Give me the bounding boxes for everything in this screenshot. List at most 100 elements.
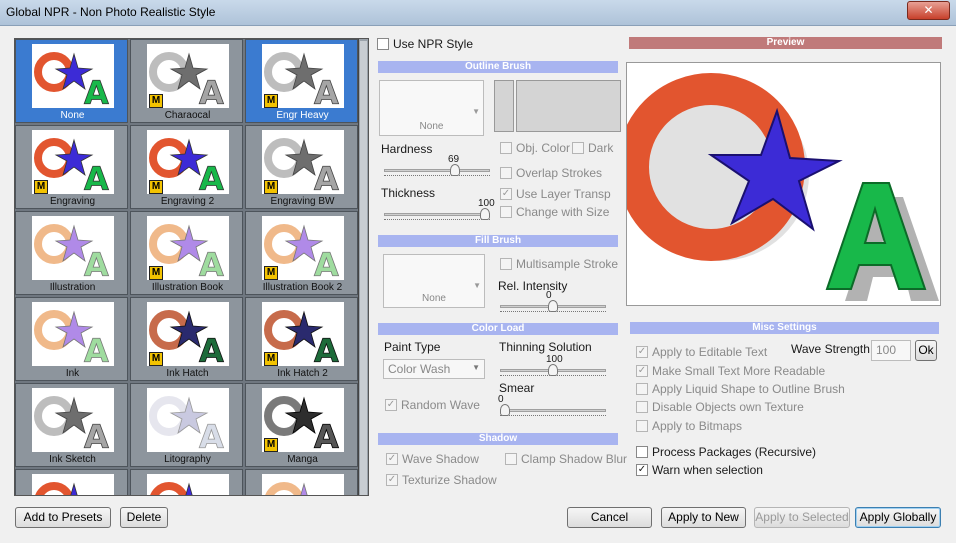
preset-item[interactable]: A M Manga <box>245 383 358 467</box>
random-wave-label: Random Wave <box>401 398 480 412</box>
apply-editable-text-checkbox[interactable]: ✓ Apply to Editable Text <box>636 345 767 359</box>
change-with-size-checkbox[interactable]: Change with Size <box>500 205 609 219</box>
disable-texture-checkbox[interactable]: Disable Objects own Texture <box>636 400 804 414</box>
macro-badge-icon: M <box>264 266 278 280</box>
overlap-strokes-checkbox[interactable]: Overlap Strokes <box>500 166 602 180</box>
hardness-knob[interactable] <box>450 164 460 176</box>
macro-badge-icon: M <box>149 352 163 366</box>
preset-item[interactable]: A Illustration <box>15 211 128 295</box>
preset-item[interactable]: A <box>130 469 243 495</box>
preset-item[interactable]: A M Charaocal <box>130 39 243 123</box>
wave-strength-ok-button[interactable]: Ok <box>915 340 937 361</box>
preset-thumbnail: AM <box>262 44 344 112</box>
preset-item[interactable]: A M Engraving <box>15 125 128 209</box>
close-button[interactable]: ✕ <box>907 1 950 20</box>
paint-type-value: Color Wash <box>388 362 451 376</box>
delete-button[interactable]: Delete <box>120 507 168 528</box>
svg-text:A: A <box>314 74 339 108</box>
preset-label: Engraving <box>49 196 96 207</box>
preset-label: Charaocal <box>164 110 211 121</box>
preset-item[interactable]: A Litography <box>130 383 243 467</box>
dark-label: Dark <box>588 141 614 155</box>
obj-color-checkbox[interactable]: Obj. Color <box>500 141 570 155</box>
paint-type-select[interactable]: Color Wash ▼ <box>383 359 485 379</box>
svg-text:A: A <box>314 332 339 366</box>
smear-knob[interactable] <box>500 404 510 416</box>
preset-item[interactable]: A M Illustration Book <box>130 211 243 295</box>
macro-badge-icon: M <box>149 266 163 280</box>
preset-thumbnail: A <box>32 302 114 370</box>
overlap-strokes-label: Overlap Strokes <box>516 166 603 180</box>
multisample-stroke-checkbox[interactable]: Multisample Stroke <box>500 257 618 271</box>
liquid-shape-checkbox[interactable]: Apply Liquid Shape to Outline Brush <box>636 382 845 396</box>
use-npr-style-checkbox[interactable]: Use NPR Style <box>377 37 473 51</box>
rel-intensity-slider[interactable]: 0 <box>500 290 606 314</box>
clamp-shadow-blur-label: Clamp Shadow Blur <box>521 452 628 466</box>
preset-item[interactable]: A Ink Sketch <box>15 383 128 467</box>
svg-text:A: A <box>314 246 339 280</box>
hardness-slider[interactable]: 69 <box>384 154 490 178</box>
random-wave-checkbox[interactable]: ✓ Random Wave <box>385 398 480 412</box>
preset-item[interactable]: A Ink <box>15 297 128 381</box>
preset-gallery[interactable]: A None A M Charaocal A M Engr Heavy A M Engraving A… <box>14 38 369 496</box>
preset-thumbnail: AM <box>262 388 344 456</box>
rel-intensity-knob[interactable] <box>548 300 558 312</box>
preset-item[interactable]: A <box>15 469 128 495</box>
outline-brush-picker[interactable]: ▼ None <box>379 80 484 136</box>
preset-item[interactable]: A M Ink Hatch <box>130 297 243 381</box>
texturize-shadow-checkbox[interactable]: ✓ Texturize Shadow <box>386 473 497 487</box>
process-packages-checkbox[interactable]: Process Packages (Recursive) <box>636 445 816 459</box>
dropdown-arrow-icon: ▼ <box>473 281 481 290</box>
thickness-slider[interactable]: 100 <box>384 198 495 222</box>
use-layer-transp-checkbox[interactable]: ✓ Use Layer Transp <box>500 187 611 201</box>
preset-item[interactable]: A <box>245 469 358 495</box>
apply-globally-button[interactable]: Apply Globally <box>855 507 941 528</box>
cancel-button[interactable]: Cancel <box>567 507 652 528</box>
preset-label: Manga <box>287 454 318 465</box>
checkbox-box[interactable] <box>377 38 389 50</box>
svg-text:A: A <box>199 74 224 108</box>
chevron-down-icon: ▼ <box>472 363 480 372</box>
wave-shadow-checkbox[interactable]: ✓ Wave Shadow <box>386 452 479 466</box>
preset-item[interactable]: A None <box>15 39 128 123</box>
warn-selection-checkbox[interactable]: ✓ Warn when selection <box>636 463 763 477</box>
preset-item[interactable]: A M Engr Heavy <box>245 39 358 123</box>
liquid-shape-label: Apply Liquid Shape to Outline Brush <box>652 382 845 396</box>
fill-brush-header: Fill Brush <box>378 235 618 247</box>
dark-checkbox[interactable]: Dark <box>572 141 613 155</box>
preset-label: Ink Hatch <box>166 368 209 379</box>
thinning-slider[interactable]: 100 <box>500 354 606 378</box>
macro-badge-icon: M <box>149 180 163 194</box>
macro-badge-icon: M <box>264 94 278 108</box>
clamp-shadow-blur-checkbox[interactable]: Clamp Shadow Blur <box>505 452 627 466</box>
preset-item[interactable]: A M Illustration Book 2 <box>245 211 358 295</box>
preset-item[interactable]: A M Engraving 2 <box>130 125 243 209</box>
apply-bitmaps-checkbox[interactable]: Apply to Bitmaps <box>636 419 742 433</box>
wave-strength-input[interactable]: 100 <box>871 340 911 361</box>
preset-label: Illustration Book 2 <box>262 282 343 293</box>
wave-shadow-label: Wave Shadow <box>402 452 479 466</box>
thickness-knob[interactable] <box>480 208 490 220</box>
svg-text:A: A <box>84 74 109 108</box>
outline-color-swatch[interactable] <box>494 80 514 132</box>
apply-to-selected-button[interactable]: Apply to Selected <box>754 507 850 528</box>
smear-slider[interactable]: 0 <box>498 394 606 418</box>
fill-brush-picker[interactable]: ▼ None <box>383 254 485 308</box>
preview-image <box>617 73 939 301</box>
svg-text:A: A <box>84 332 109 366</box>
macro-badge-icon: M <box>264 180 278 194</box>
apply-to-new-button[interactable]: Apply to New <box>661 507 746 528</box>
preset-item[interactable]: A M Ink Hatch 2 <box>245 297 358 381</box>
preset-thumbnail: A <box>32 216 114 284</box>
preset-item[interactable]: A M Engraving BW <box>245 125 358 209</box>
preset-thumbnail: AM <box>147 44 229 112</box>
small-text-readable-checkbox[interactable]: ✓ Make Small Text More Readable <box>636 364 825 378</box>
add-to-presets-button[interactable]: Add to Presets <box>15 507 111 528</box>
outline-brush-header: Outline Brush <box>378 61 618 73</box>
outline-texture-swatch[interactable] <box>516 80 621 132</box>
preset-thumbnail: A <box>262 474 344 495</box>
preset-scrollbar[interactable] <box>358 39 368 495</box>
thinning-knob[interactable] <box>548 364 558 376</box>
preset-label: Ink Sketch <box>49 454 96 465</box>
scrollbar-thumb[interactable] <box>360 41 367 495</box>
